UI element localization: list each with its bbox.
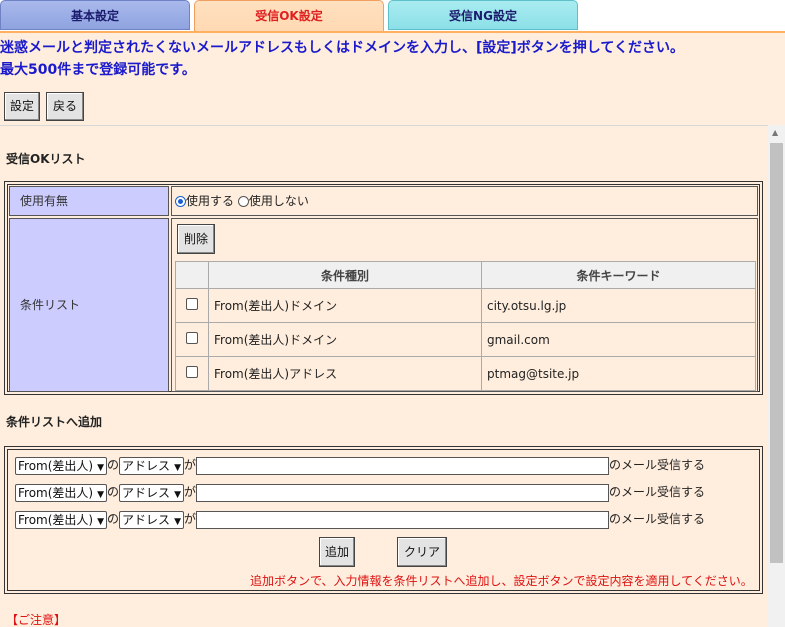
target-select[interactable]: アドレス ▼ [119,510,184,529]
add-row: From(差出人) ▼ のアドレス ▼ がのメール受信する [15,456,705,475]
chevron-down-icon: ▼ [97,489,105,500]
scroll-up-arrow-icon[interactable]: ▲ [772,128,778,137]
vertical-scrollbar[interactable]: ▲ [768,125,785,627]
table-row: From(差出人)ドメイン gmail.com [175,322,756,357]
usage-label: 使用有無 [9,186,169,216]
table-row: From(差出人)ドメイン city.otsu.lg.jp [175,288,756,323]
use-radio-label[interactable]: 使用する [186,194,234,208]
chevron-down-icon: ▼ [174,462,181,473]
usage-options: 使用する 使用しない [171,186,758,216]
tab-basic-settings[interactable]: 基本設定 [0,0,190,30]
chevron-down-icon: ▼ [97,462,105,473]
row-condition-type: From(差出人)ドメイン [208,288,482,323]
column-condition-type: 条件種別 [208,261,482,289]
no-use-radio[interactable] [237,196,249,207]
sender-select[interactable]: From(差出人) ▼ [15,456,108,475]
sender-select[interactable]: From(差出人) ▼ [15,483,108,502]
condition-list-cell: 削除 条件種別 条件キーワード From(差出人)ドメイン city.otsu.… [171,218,758,392]
instruction-message: 迷惑メールと判定されたくないメールアドレスもしくはドメインを入力し、[設定]ボタ… [0,37,684,81]
caution-heading: 【ご注意】 [6,613,67,627]
column-condition-keyword: 条件キーワード [481,261,756,289]
add-button[interactable]: 追加 [319,537,355,567]
ok-list-frame: 使用有無 使用する 使用しない 条件リスト 削除 条件種別 条件キーワード Fr… [4,181,763,395]
add-row: From(差出人) ▼ のアドレス ▼ がのメール受信する [15,483,705,502]
instruction-line-2: 最大500件まで登録可能です。 [0,62,196,78]
row-condition-keyword: gmail.com [481,322,756,357]
condition-table-header: 条件種別 条件キーワード [175,261,756,289]
add-section-title: 条件リストへ追加 [6,415,103,429]
target-select[interactable]: アドレス ▼ [119,456,184,475]
keyword-input[interactable] [196,483,609,502]
row-checkbox[interactable] [186,366,198,378]
target-select[interactable]: アドレス ▼ [119,483,184,502]
tab-accept-ng-settings[interactable]: 受信NG設定 [388,0,578,30]
header-panel: 迷惑メールと判定されたくないメールアドレスもしくはドメインを入力し、[設定]ボタ… [0,31,785,125]
settings-content: 受信OKリスト 使用有無 使用する 使用しない 条件リスト 削除 条件種別 条件… [0,125,768,627]
row-condition-keyword: city.otsu.lg.jp [481,288,756,323]
row-checkbox[interactable] [186,332,198,344]
condition-table: 条件種別 条件キーワード From(差出人)ドメイン city.otsu.lg.… [175,261,756,391]
instruction-line-1: 迷惑メールと判定されたくないメールアドレスもしくはドメインを入力し、[設定]ボタ… [0,40,684,56]
add-row: From(差出人) ▼ のアドレス ▼ がのメール受信する [15,510,705,529]
table-row: From(差出人)アドレス ptmag@tsite.jp [175,356,756,391]
back-button[interactable]: 戻る [46,92,84,121]
chevron-down-icon: ▼ [97,516,105,527]
chevron-down-icon: ▼ [174,516,181,527]
tab-accept-ok-settings[interactable]: 受信OK設定 [194,0,384,31]
delete-button[interactable]: 削除 [177,224,215,254]
condition-list-label: 条件リスト [9,218,169,392]
use-radio[interactable] [175,196,186,207]
no-use-radio-label[interactable]: 使用しない [249,194,309,208]
row-condition-keyword: ptmag@tsite.jp [481,356,756,391]
add-hint: 追加ボタンで、入力情報を条件リストへ追加し、設定ボタンで設定内容を適用してくださ… [250,574,753,588]
clear-button[interactable]: クリア [397,537,447,567]
row-condition-type: From(差出人)アドレス [208,356,482,391]
scrollbar-thumb[interactable] [770,143,783,563]
tab-bar: 基本設定 受信OK設定 受信NG設定 [0,0,785,31]
keyword-input[interactable] [196,456,609,475]
keyword-input[interactable] [196,510,609,529]
chevron-down-icon: ▼ [174,489,181,500]
add-frame: From(差出人) ▼ のアドレス ▼ がのメール受信する From(差出人) ▼ のアドレ… [4,446,763,594]
set-button[interactable]: 設定 [4,92,40,121]
row-checkbox[interactable] [186,298,198,310]
row-condition-type: From(差出人)ドメイン [208,322,482,357]
ok-list-title: 受信OKリスト [6,152,86,166]
sender-select[interactable]: From(差出人) ▼ [15,510,108,529]
